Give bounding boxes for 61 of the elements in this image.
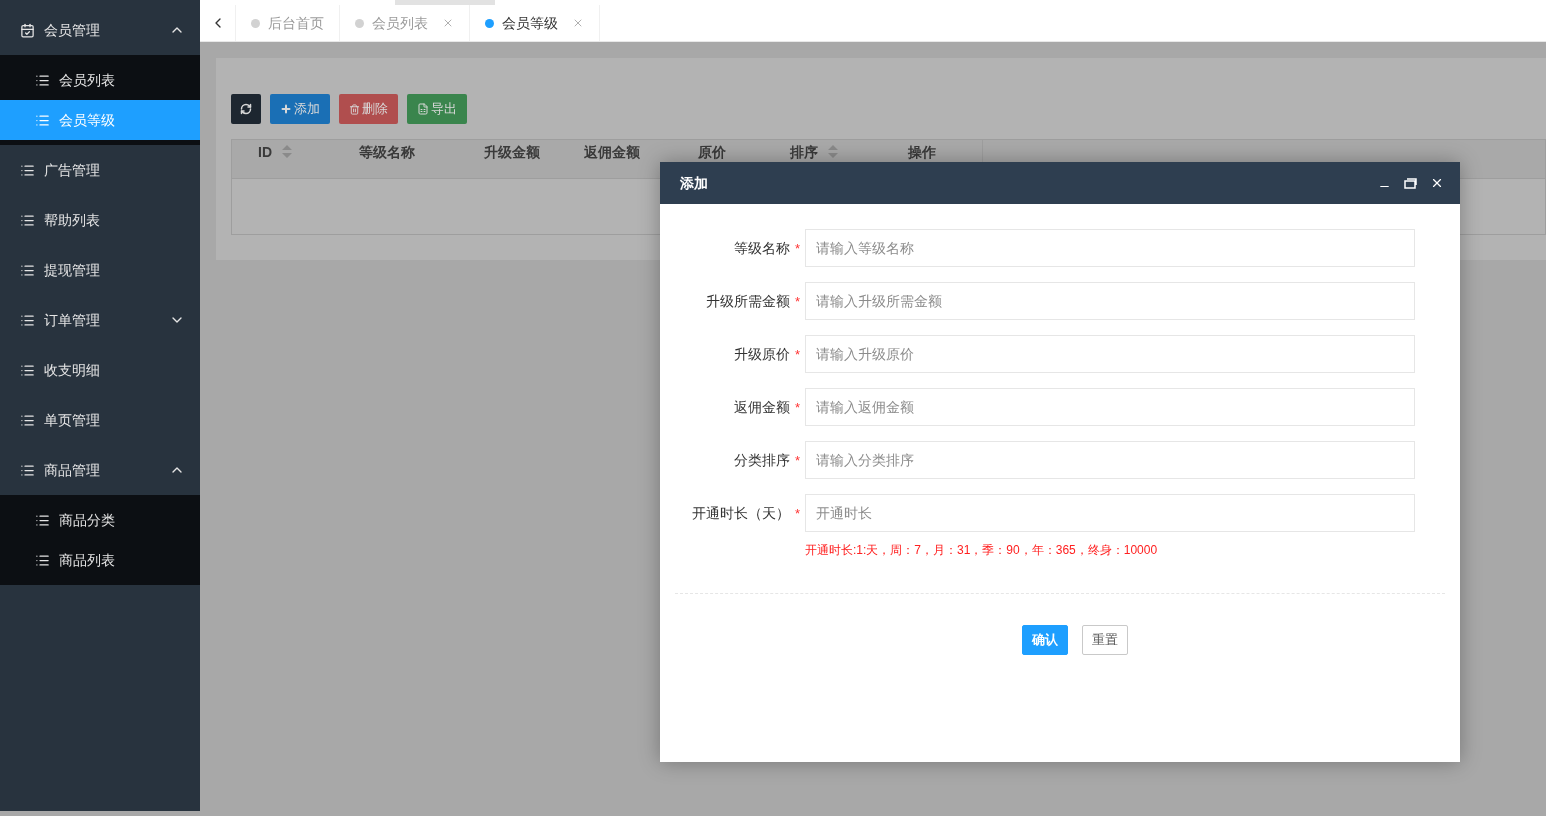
text-field[interactable]: 请输入返佣金额	[805, 388, 1415, 426]
sidebar-subitem[interactable]: 商品分类	[0, 500, 200, 540]
sidebar-subitem[interactable]: 会员列表	[0, 60, 200, 100]
sidebar-item[interactable]: 单页管理	[0, 395, 200, 445]
sidebar-item[interactable]: 帮助列表	[0, 195, 200, 245]
text-field[interactable]: 请输入升级原价	[805, 335, 1415, 373]
sidebar-item[interactable]: 商品管理	[0, 445, 200, 495]
field-label: 开通时长（天）	[691, 503, 790, 523]
required-mark: *	[794, 453, 801, 468]
text-field[interactable]: 开通时长	[805, 494, 1415, 532]
list-icon	[20, 162, 35, 178]
field-label: 返佣金额	[733, 397, 790, 417]
hint-text: 开通时长:1:天，周：7，月：31，季：90，年：365，终身：10000	[805, 542, 1158, 559]
dialog-title: 添加	[680, 173, 709, 193]
column-header: ID	[232, 140, 333, 178]
list-icon	[20, 362, 35, 378]
column-header: 升级金额	[483, 143, 541, 162]
text-field[interactable]: 请输入升级所需金额	[805, 282, 1415, 320]
refresh-icon	[240, 103, 252, 115]
close-icon[interactable]	[1430, 176, 1444, 190]
reset-button[interactable]: 重置	[1082, 625, 1128, 655]
field-label: 分类排序	[733, 450, 790, 470]
calendar-icon	[20, 22, 35, 38]
field-label: 升级原价	[733, 344, 790, 364]
maximize-icon[interactable]	[1404, 177, 1417, 189]
list-icon	[35, 72, 50, 88]
list-icon	[35, 552, 50, 568]
list-icon	[20, 462, 35, 478]
sidebar-subitem[interactable]: 商品列表	[0, 540, 200, 580]
list-icon	[20, 312, 35, 328]
list-icon	[20, 412, 35, 428]
tab[interactable]: 会员等级	[470, 5, 600, 41]
list-icon	[20, 212, 35, 228]
required-mark: *	[794, 506, 801, 521]
column-header: 返佣金额	[583, 143, 641, 162]
sidebar-item[interactable]: 订单管理	[0, 295, 200, 345]
column-header: 等级名称	[358, 143, 416, 162]
sidebar-item[interactable]: 提现管理	[0, 245, 200, 295]
text-field[interactable]: 请输入分类排序	[805, 441, 1415, 479]
spreadsheet-icon	[417, 103, 429, 115]
sidebar-item[interactable]: 广告管理	[0, 145, 200, 195]
column-header: 原价	[697, 143, 727, 162]
required-mark: *	[794, 294, 801, 309]
list-icon	[20, 262, 35, 278]
list-icon	[35, 512, 50, 528]
refresh-button[interactable]	[231, 94, 261, 124]
text-field[interactable]: 请输入等级名称	[805, 229, 1415, 267]
field-label: 升级所需金额	[705, 291, 790, 311]
add-button[interactable]: 添加	[270, 94, 330, 124]
delete-button[interactable]: 删除	[339, 94, 398, 124]
sidebar-item[interactable]: 会员管理	[0, 5, 200, 55]
required-mark: *	[794, 347, 801, 362]
field-label: 等级名称	[733, 238, 790, 258]
required-mark: *	[794, 400, 801, 415]
required-mark: *	[794, 241, 801, 256]
trash-icon	[349, 103, 360, 115]
sort-icon	[282, 145, 292, 158]
plus-icon	[280, 103, 292, 115]
sidebar-item[interactable]: 收支明细	[0, 345, 200, 395]
sort-icon	[828, 145, 838, 158]
list-icon	[35, 112, 50, 128]
